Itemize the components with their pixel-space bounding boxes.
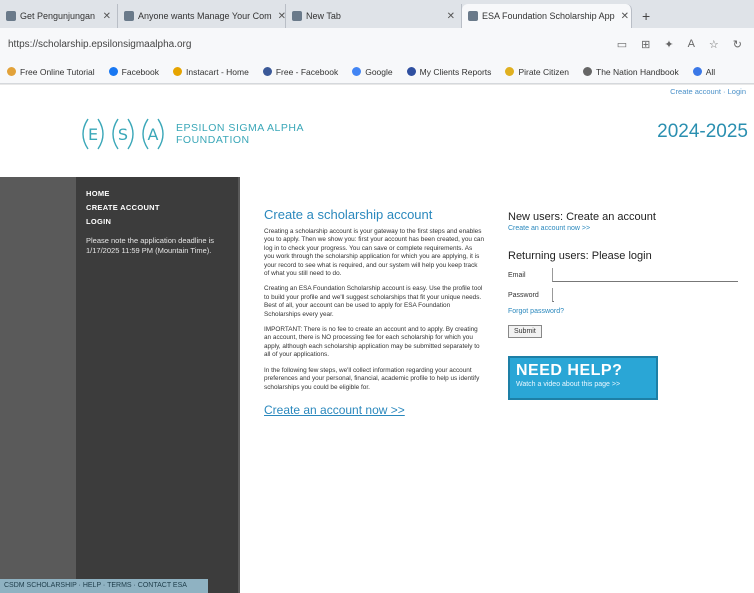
bookmark-item[interactable]: My Clients Reports: [400, 67, 499, 77]
email-field-row: Email: [508, 268, 738, 282]
page-title: Create a scholarship account: [264, 207, 433, 222]
logo-title: EPSILON SIGMA ALPHA: [176, 122, 304, 134]
esa-logo-icon: E S A: [82, 118, 164, 150]
bookmark-item[interactable]: Free - Facebook: [256, 67, 345, 77]
bookmark-icon: [7, 67, 16, 76]
password-field-row: Password: [508, 288, 738, 302]
browser-tab-strip: Get Pengunjungan ✕ Anyone wants Manage Y…: [0, 0, 754, 28]
nav-login[interactable]: LOGIN: [86, 217, 238, 226]
bookmark-icon: [262, 67, 272, 76]
create-account-link[interactable]: Create an account now >>: [264, 403, 405, 417]
browser-tab[interactable]: New Tab ✕: [286, 4, 462, 28]
bookmark-label: All: [705, 66, 716, 77]
bookmark-item[interactable]: Google: [345, 67, 399, 77]
sidebar: HOME CREATE ACCOUNT LOGIN Please note th…: [76, 177, 238, 593]
close-icon[interactable]: ✕: [441, 11, 455, 22]
bookmark-icon: [406, 67, 416, 76]
bookmark-label: Instacart - Home: [186, 66, 249, 77]
bookmark-icon: [505, 67, 515, 76]
svg-text:S: S: [118, 125, 128, 144]
reader-mode-icon[interactable]: ▭: [617, 38, 627, 51]
create-account-now-link[interactable]: Create an account now >>: [508, 225, 738, 232]
logo-subtitle: FOUNDATION: [176, 134, 250, 146]
nav-home[interactable]: HOME: [86, 189, 238, 198]
intro-paragraph: Creating an ESA Foundation Scholarship a…: [264, 285, 483, 318]
bookmark-label: Facebook: [121, 66, 159, 77]
need-help-banner[interactable]: NEED HELP? Watch a video about this page…: [508, 356, 658, 400]
svg-text:E: E: [88, 125, 98, 144]
browser-tab[interactable]: Get Pengunjungan ✕: [0, 4, 118, 28]
close-icon[interactable]: ✕: [97, 11, 111, 22]
grid-icon[interactable]: ⊞: [641, 38, 650, 51]
tab-favicon-icon: [468, 11, 478, 21]
favorite-star-icon[interactable]: ☆: [709, 38, 719, 51]
password-input[interactable]: [552, 288, 554, 302]
bookmark-item[interactable]: The Nation Handbook: [576, 67, 686, 77]
bookmark-icon: [108, 67, 118, 76]
tab-label: Anyone wants Manage Your Com: [138, 11, 272, 21]
header-top-links[interactable]: Create account · Login: [670, 87, 746, 96]
bookmark-item[interactable]: All: [686, 67, 722, 77]
url-field[interactable]: https://scholarship.epsilonsigmaalpha.or…: [6, 39, 617, 50]
tab-favicon-icon: [6, 11, 16, 21]
close-icon[interactable]: ✕: [615, 11, 629, 22]
bookmark-item[interactable]: Free Online Tutorial: [0, 67, 102, 77]
forgot-password-link[interactable]: Forgot password?: [508, 308, 738, 315]
bookmark-label: The Nation Handbook: [596, 66, 679, 77]
site-logo[interactable]: E S A EPSILON SIGMA ALPHA FOUNDATION: [74, 115, 304, 153]
bookmark-item[interactable]: Facebook: [102, 67, 166, 77]
login-section: New users: Create an account Create an a…: [508, 211, 738, 400]
nav-create-account[interactable]: CREATE ACCOUNT: [86, 203, 238, 212]
refresh-icon[interactable]: ↻: [733, 38, 742, 51]
close-icon[interactable]: ✕: [272, 11, 285, 22]
bookmark-icon: [692, 67, 702, 76]
returning-users-heading: Returning users: Please login: [508, 250, 652, 262]
new-users-heading: New users: Create an account: [508, 211, 656, 223]
new-tab-button[interactable]: +: [632, 4, 660, 28]
submit-button[interactable]: Submit: [508, 325, 542, 338]
bookmark-label: Free - Facebook: [275, 66, 339, 77]
email-label: Email: [508, 271, 526, 279]
email-input[interactable]: [552, 268, 738, 282]
intro-paragraph: IMPORTANT: There is no fee to create an …: [264, 326, 480, 359]
address-bar: https://scholarship.epsilonsigmaalpha.or…: [0, 28, 754, 60]
bookmark-label: My Clients Reports: [419, 66, 492, 77]
bookmark-label: Free Online Tutorial: [20, 66, 95, 77]
help-title: NEED HELP?: [516, 362, 623, 379]
tab-label: Get Pengunjungan: [20, 11, 96, 21]
bookmarks-bar: Free Online Tutorial Facebook Instacart …: [0, 60, 754, 84]
tab-label: New Tab: [306, 11, 341, 21]
extensions-icon[interactable]: ✦: [664, 38, 673, 51]
bookmark-item[interactable]: Instacart - Home: [166, 67, 256, 77]
intro-paragraph: Creating a scholarship account is your g…: [264, 228, 485, 278]
intro-paragraph: In the following few steps, we'll collec…: [264, 366, 480, 391]
bookmark-icon: [352, 67, 362, 76]
read-aloud-icon[interactable]: A: [688, 38, 695, 51]
svg-text:A: A: [148, 125, 159, 144]
program-year: 2024-2025: [657, 121, 748, 142]
bookmark-label: Pirate Citizen: [518, 66, 569, 77]
main-content: Create a scholarship account Creating a …: [240, 177, 754, 593]
bookmark-icon: [583, 67, 592, 76]
help-video-link[interactable]: Watch a video about this page >>: [516, 381, 650, 388]
password-label: Password: [508, 291, 539, 299]
page-footer[interactable]: CSDM SCHOLARSHIP · HELP · TERMS · CONTAC…: [0, 579, 208, 593]
bookmark-icon: [173, 67, 182, 76]
web-page: Create account · Login E S A EPSILON SIG…: [0, 85, 754, 593]
tab-favicon-icon: [292, 11, 302, 21]
browser-tab[interactable]: Anyone wants Manage Your Com ✕: [118, 4, 286, 28]
bookmark-item[interactable]: Pirate Citizen: [498, 67, 576, 77]
create-account-section: Create a scholarship account Creating a …: [264, 207, 484, 419]
tab-favicon-icon: [124, 11, 134, 21]
bookmark-label: Google: [365, 66, 393, 77]
tab-label: ESA Foundation Scholarship App: [482, 11, 615, 21]
deadline-notice: Please note the application deadline is …: [86, 236, 215, 255]
browser-tab-active[interactable]: ESA Foundation Scholarship App ✕: [462, 4, 632, 28]
content-band: HOME CREATE ACCOUNT LOGIN Please note th…: [0, 177, 754, 593]
